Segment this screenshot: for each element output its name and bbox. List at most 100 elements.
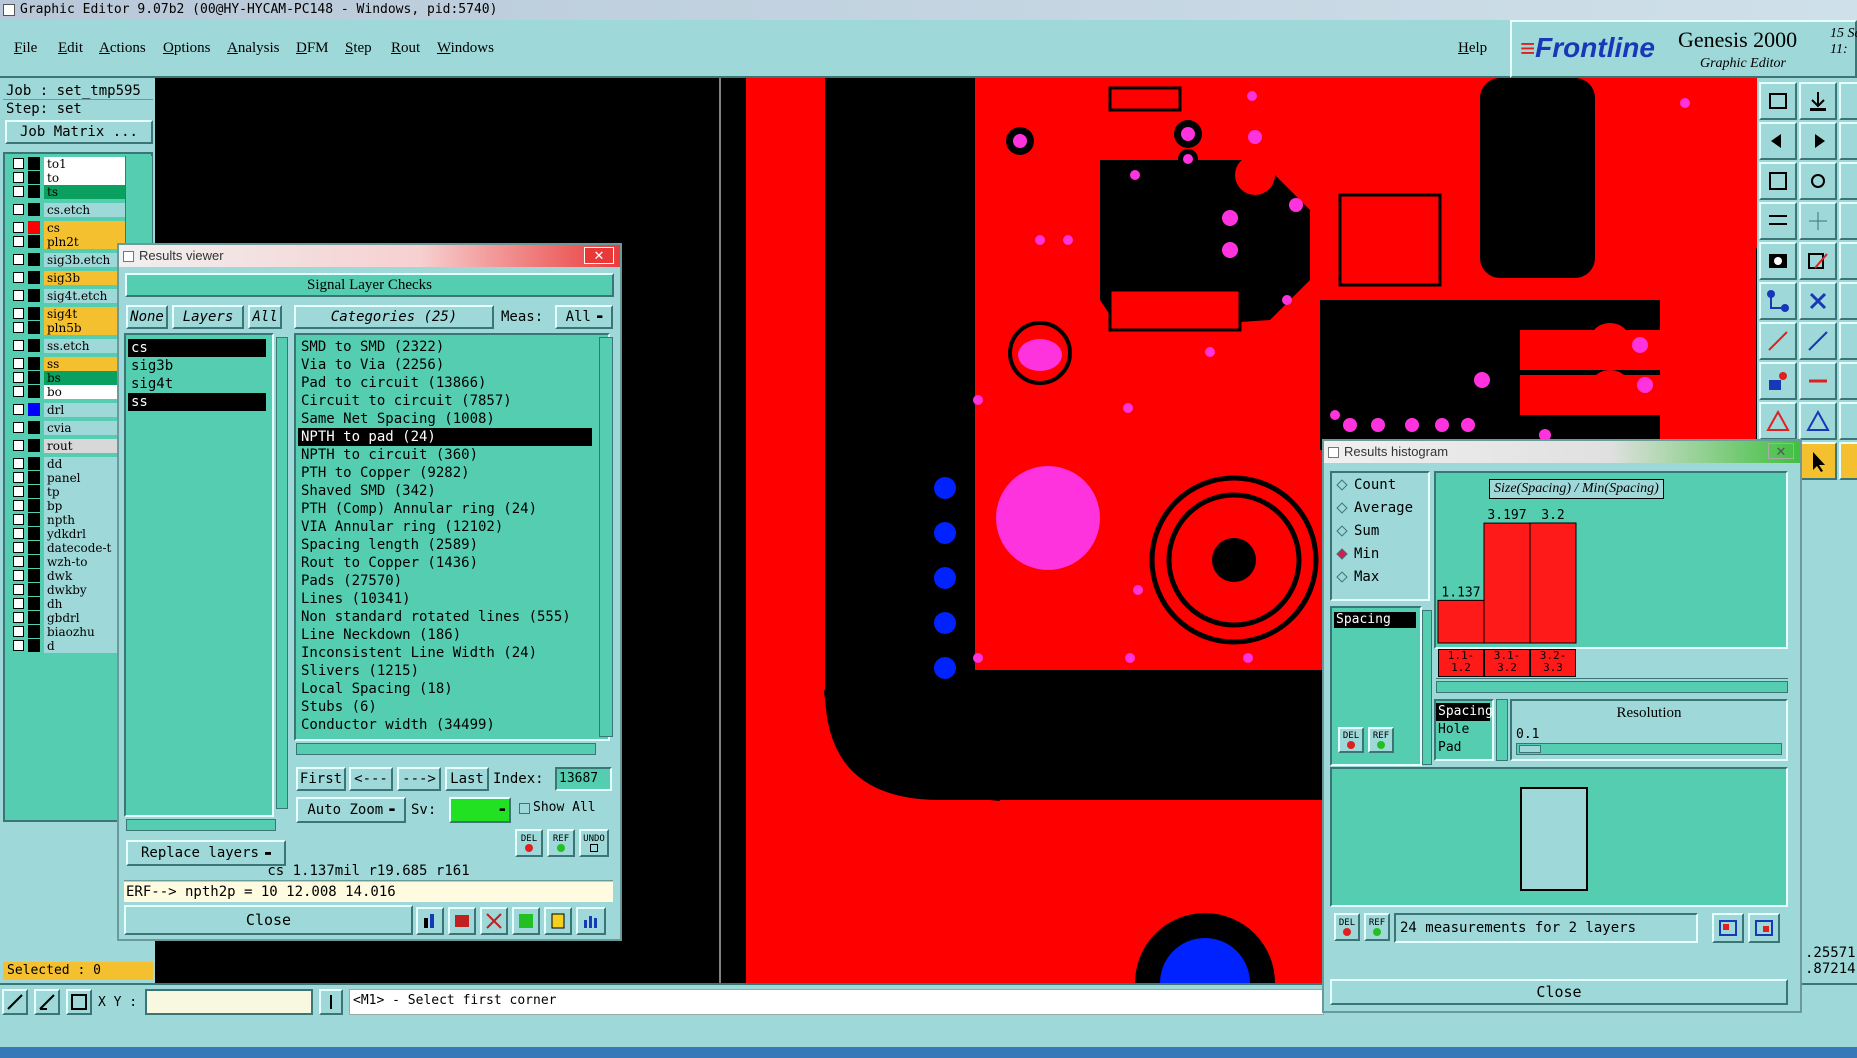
job-matrix-button[interactable]: Job Matrix ... [5,120,153,144]
layer-row-d[interactable]: d [13,638,128,653]
resolution-slider-thumb[interactable] [1519,745,1541,753]
layer-row-drl[interactable]: drl [13,402,128,417]
layer-checkbox[interactable] [13,340,24,351]
first-button[interactable]: First [296,767,346,791]
net-icon[interactable] [1759,282,1797,320]
layer-row-cvia[interactable]: cvia [13,420,128,435]
layer-row-dh[interactable]: dh [13,596,128,611]
chart-icon[interactable] [576,907,606,935]
del-button-preview[interactable]: DEL [1334,913,1360,941]
layer-checkbox[interactable] [13,542,24,553]
result-layer-item[interactable]: sig4t [128,375,266,393]
category-item[interactable]: Pads (27570) [298,572,592,590]
radio-diamond-icon[interactable] [1336,478,1348,491]
category-item[interactable]: Spacing length (2589) [298,536,592,554]
layer-checkbox[interactable] [13,172,24,183]
edit-shape-icon[interactable] [1799,242,1837,280]
layer-checkbox[interactable] [13,584,24,595]
layer-checkbox[interactable] [13,254,24,265]
layer-list-hscroll[interactable] [126,819,276,831]
result-layer-item[interactable]: ss [128,393,266,411]
pointer-icon[interactable] [1799,442,1837,480]
layer-row-dwk[interactable]: dwk [13,568,128,583]
layer-row-pln5b[interactable]: pln5b [13,320,128,335]
layer-row-sig4t.etch[interactable]: sig4t.etch [13,288,128,303]
category-item[interactable]: PTH (Comp) Annular ring (24) [298,500,592,518]
layer-checkbox[interactable] [13,222,24,233]
histogram-bar[interactable] [1483,522,1531,644]
xy-toggle-button[interactable] [319,989,343,1015]
menu-file[interactable]: File [14,40,37,57]
radio-diamond-icon[interactable] [1336,547,1348,560]
layer-checkbox[interactable] [13,308,24,319]
layer-row-cs[interactable]: cs [13,220,128,235]
bin-label[interactable]: 3.1- 3.2 [1484,649,1530,677]
close-button[interactable]: Close [124,905,413,935]
arc-icon[interactable] [1839,322,1857,360]
layer-checkbox[interactable] [13,598,24,609]
measure-icon[interactable] [1759,202,1797,240]
category-item[interactable]: Rout to Copper (1436) [298,554,592,572]
zoom-fit-icon[interactable] [1759,162,1797,200]
layer-checkbox[interactable] [13,458,24,469]
layer-checkbox[interactable] [13,236,24,247]
category-item[interactable]: Slivers (1215) [298,662,592,680]
clear-icon[interactable] [480,907,508,935]
category-item[interactable]: Pad to circuit (13866) [298,374,592,392]
radio-diamond-icon[interactable] [1336,570,1348,583]
layer-checkbox[interactable] [13,514,24,525]
category-item[interactable]: Lines (10341) [298,590,592,608]
type-item[interactable]: Pad [1436,739,1490,757]
layer-row-sig3b[interactable]: sig3b [13,270,128,285]
layer-row-bs[interactable]: bs [13,370,128,385]
category-item[interactable]: Via to Via (2256) [298,356,592,374]
tool-b-icon[interactable] [34,989,60,1015]
index-input[interactable]: 13687 [555,767,612,791]
ref-button-preview[interactable]: REF [1364,913,1390,941]
histogram-bar[interactable] [1529,522,1577,644]
menu-help[interactable]: Help [1458,40,1487,57]
radio-diamond-icon[interactable] [1336,501,1348,514]
bin-label[interactable]: 1.1- 1.2 [1438,649,1484,677]
layer-row-to[interactable]: to [13,170,128,185]
layer-checkbox[interactable] [13,422,24,433]
radio-diamond-icon[interactable] [1336,524,1348,537]
category-item[interactable]: Same Net Spacing (1008) [298,410,592,428]
layer-checkbox[interactable] [13,570,24,581]
category-item[interactable]: Inconsistent Line Width (24) [298,644,592,662]
category-item[interactable]: Shaved SMD (342) [298,482,592,500]
measure-list-scrollbar[interactable] [1422,610,1432,765]
select-icon[interactable] [1839,242,1857,280]
type-item[interactable]: Spacing [1436,703,1493,721]
layer-checkbox[interactable] [13,528,24,539]
layer-row-bo[interactable]: bo [13,384,128,399]
panel-icon[interactable] [1839,82,1857,120]
category-list-hscroll[interactable] [296,743,596,755]
undo-icon[interactable]: UNDO [579,829,609,857]
menu-dfm[interactable]: DFM [296,40,329,57]
pan-icon[interactable] [1839,122,1857,160]
category-item[interactable]: VIA Annular ring (12102) [298,518,592,536]
layer-row-dd[interactable]: dd [13,456,128,471]
last-button[interactable]: Last [445,767,489,791]
category-item[interactable]: NPTH to circuit (360) [298,446,592,464]
tool-a-icon[interactable] [2,989,28,1015]
layer-checkbox[interactable] [13,440,24,451]
none-button[interactable]: None [126,305,168,329]
layer-checkbox[interactable] [13,186,24,197]
layer-checkbox[interactable] [13,500,24,511]
option-max[interactable]: Max [1332,565,1428,588]
layer-row-bp[interactable]: bp [13,498,128,513]
minus-icon[interactable] [1799,362,1837,400]
layer-checkbox[interactable] [13,640,24,651]
result-layer-item[interactable]: cs [128,339,266,357]
layer-checkbox[interactable] [13,272,24,283]
histogram-bar[interactable] [1437,599,1485,644]
angle-icon[interactable] [1799,402,1837,440]
close-icon[interactable]: ✕ [1768,443,1794,459]
layer-row-gbdrl[interactable]: gbdrl [13,610,128,625]
results-histogram-titlebar[interactable]: Results histogram ✕ [1324,441,1800,463]
menu-edit[interactable]: Edit [58,40,83,57]
layer-row-wzh-to[interactable]: wzh-to [13,554,128,569]
next-button[interactable]: ---> [397,767,441,791]
